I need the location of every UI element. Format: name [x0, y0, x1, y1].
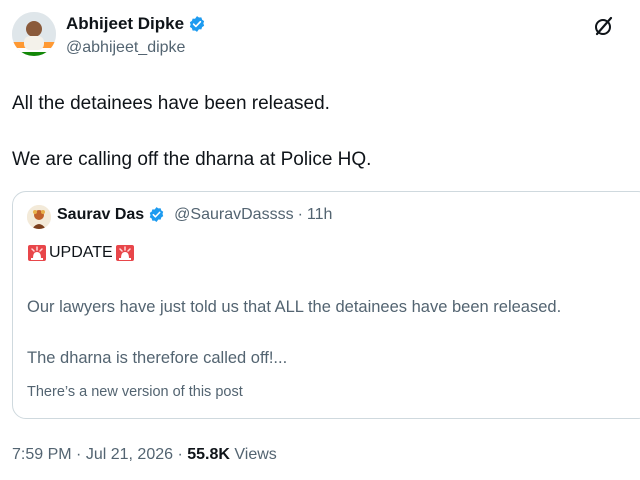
post-date[interactable]: Jul 21, 2026 — [86, 446, 173, 463]
verified-badge-icon — [148, 206, 166, 224]
quote-author-handle[interactable]: @SauravDassss — [174, 206, 293, 224]
meta-separator-1: · — [76, 446, 82, 463]
views-count[interactable]: 55.8K — [187, 446, 230, 463]
views-label: Views — [234, 446, 277, 463]
quote-separator: · — [297, 206, 303, 223]
new-version-notice[interactable]: There’s a new version of this post — [27, 384, 243, 400]
author-avatar[interactable] — [12, 12, 56, 56]
post-time[interactable]: 7:59 PM — [12, 446, 72, 463]
quote-update-label: UPDATE — [49, 244, 113, 261]
quote-text-1: Our lawyers have just told us that ALL t… — [27, 298, 562, 316]
author-name-row[interactable]: Abhijeet Dipke — [66, 14, 206, 34]
tweet-text: All the detainees have been released. We… — [12, 90, 622, 174]
grok-icon[interactable] — [592, 14, 616, 38]
quote-text-2: The dharna is therefore called off!... — [27, 349, 288, 367]
quote-timestamp[interactable]: 11h — [307, 206, 333, 224]
rotating-light-emoji-icon — [27, 243, 47, 263]
author-display-name[interactable]: Abhijeet Dipke — [66, 14, 184, 34]
quote-author-name[interactable]: Saurav Das — [57, 206, 144, 224]
author-handle[interactable]: @abhijeet_dipke — [66, 39, 185, 57]
verified-badge-icon — [188, 15, 206, 33]
tweet-paragraph-1: All the detainees have been released. — [12, 93, 330, 114]
tweet-paragraph-2: We are calling off the dharna at Police … — [12, 149, 372, 170]
quote-header: Saurav Das @SauravDassss · 11h — [57, 206, 332, 224]
meta-separator-2: · — [177, 446, 183, 463]
rotating-light-emoji-icon — [115, 243, 135, 263]
tweet: Abhijeet Dipke @abhijeet_dipke All the d… — [0, 0, 640, 480]
quote-author-avatar[interactable] — [27, 205, 51, 229]
quote-update-line: UPDATE — [27, 243, 135, 263]
quoted-post[interactable]: Saurav Das @SauravDassss · 11h UPDATE Ou… — [12, 191, 640, 419]
post-meta: 7:59 PM · Jul 21, 2026 · 55.8K Views — [12, 446, 277, 464]
